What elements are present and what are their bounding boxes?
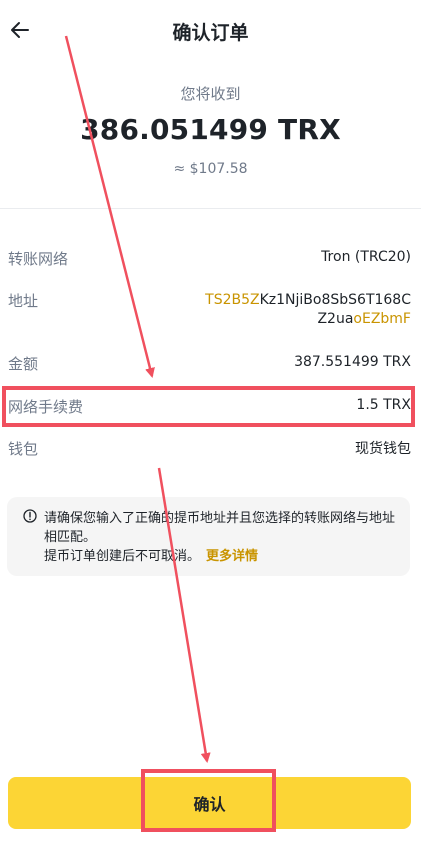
- amount-label: 金额: [8, 355, 39, 373]
- divider: [0, 208, 421, 209]
- info-circle-icon: [23, 509, 37, 523]
- address-highlight-start: TS2B5Z: [205, 292, 260, 308]
- notice-box: 请确保您输入了正确的提币地址并且您选择的转账网络与地址相匹配。 提币订单创建后不…: [7, 497, 410, 576]
- network-value: Tron (TRC20): [321, 249, 411, 265]
- page-title: 确认订单: [172, 22, 249, 44]
- notice-text: 请确保您输入了正确的提币地址并且您选择的转账网络与地址相匹配。 提币订单创建后不…: [44, 509, 404, 566]
- wallet-value: 现货钱包: [355, 441, 411, 457]
- receive-amount: 386.051499 TRX: [80, 113, 341, 146]
- address-middle-1: Kz1NjiBo8SbS6T168C: [259, 292, 411, 308]
- header: 确认订单: [0, 0, 421, 62]
- address-value: TS2B5ZKz1NjiBo8SbS6T168C Z2uaoEZbmF: [205, 291, 411, 329]
- receive-usd-value: ≈ $107.58: [173, 161, 248, 177]
- receive-label: 您将收到: [180, 85, 241, 103]
- wallet-label: 钱包: [8, 440, 39, 458]
- confirm-highlight-box: [141, 769, 276, 832]
- amount-value: 387.551499 TRX: [294, 354, 411, 370]
- address-highlight-end: oEZbmF: [353, 311, 411, 327]
- address-label: 地址: [8, 292, 39, 310]
- more-details-link[interactable]: 更多详情: [206, 549, 258, 564]
- fee-highlight-box: [2, 386, 415, 427]
- notice-line-1: 请确保您输入了正确的提币地址并且您选择的转账网络与地址相匹配。: [44, 511, 396, 545]
- notice-line-2-text: 提币订单创建后不可取消。: [44, 549, 201, 564]
- notice-line-2: 提币订单创建后不可取消。 更多详情: [44, 547, 404, 566]
- address-middle-2: Z2ua: [317, 311, 354, 327]
- network-label: 转账网络: [8, 250, 69, 268]
